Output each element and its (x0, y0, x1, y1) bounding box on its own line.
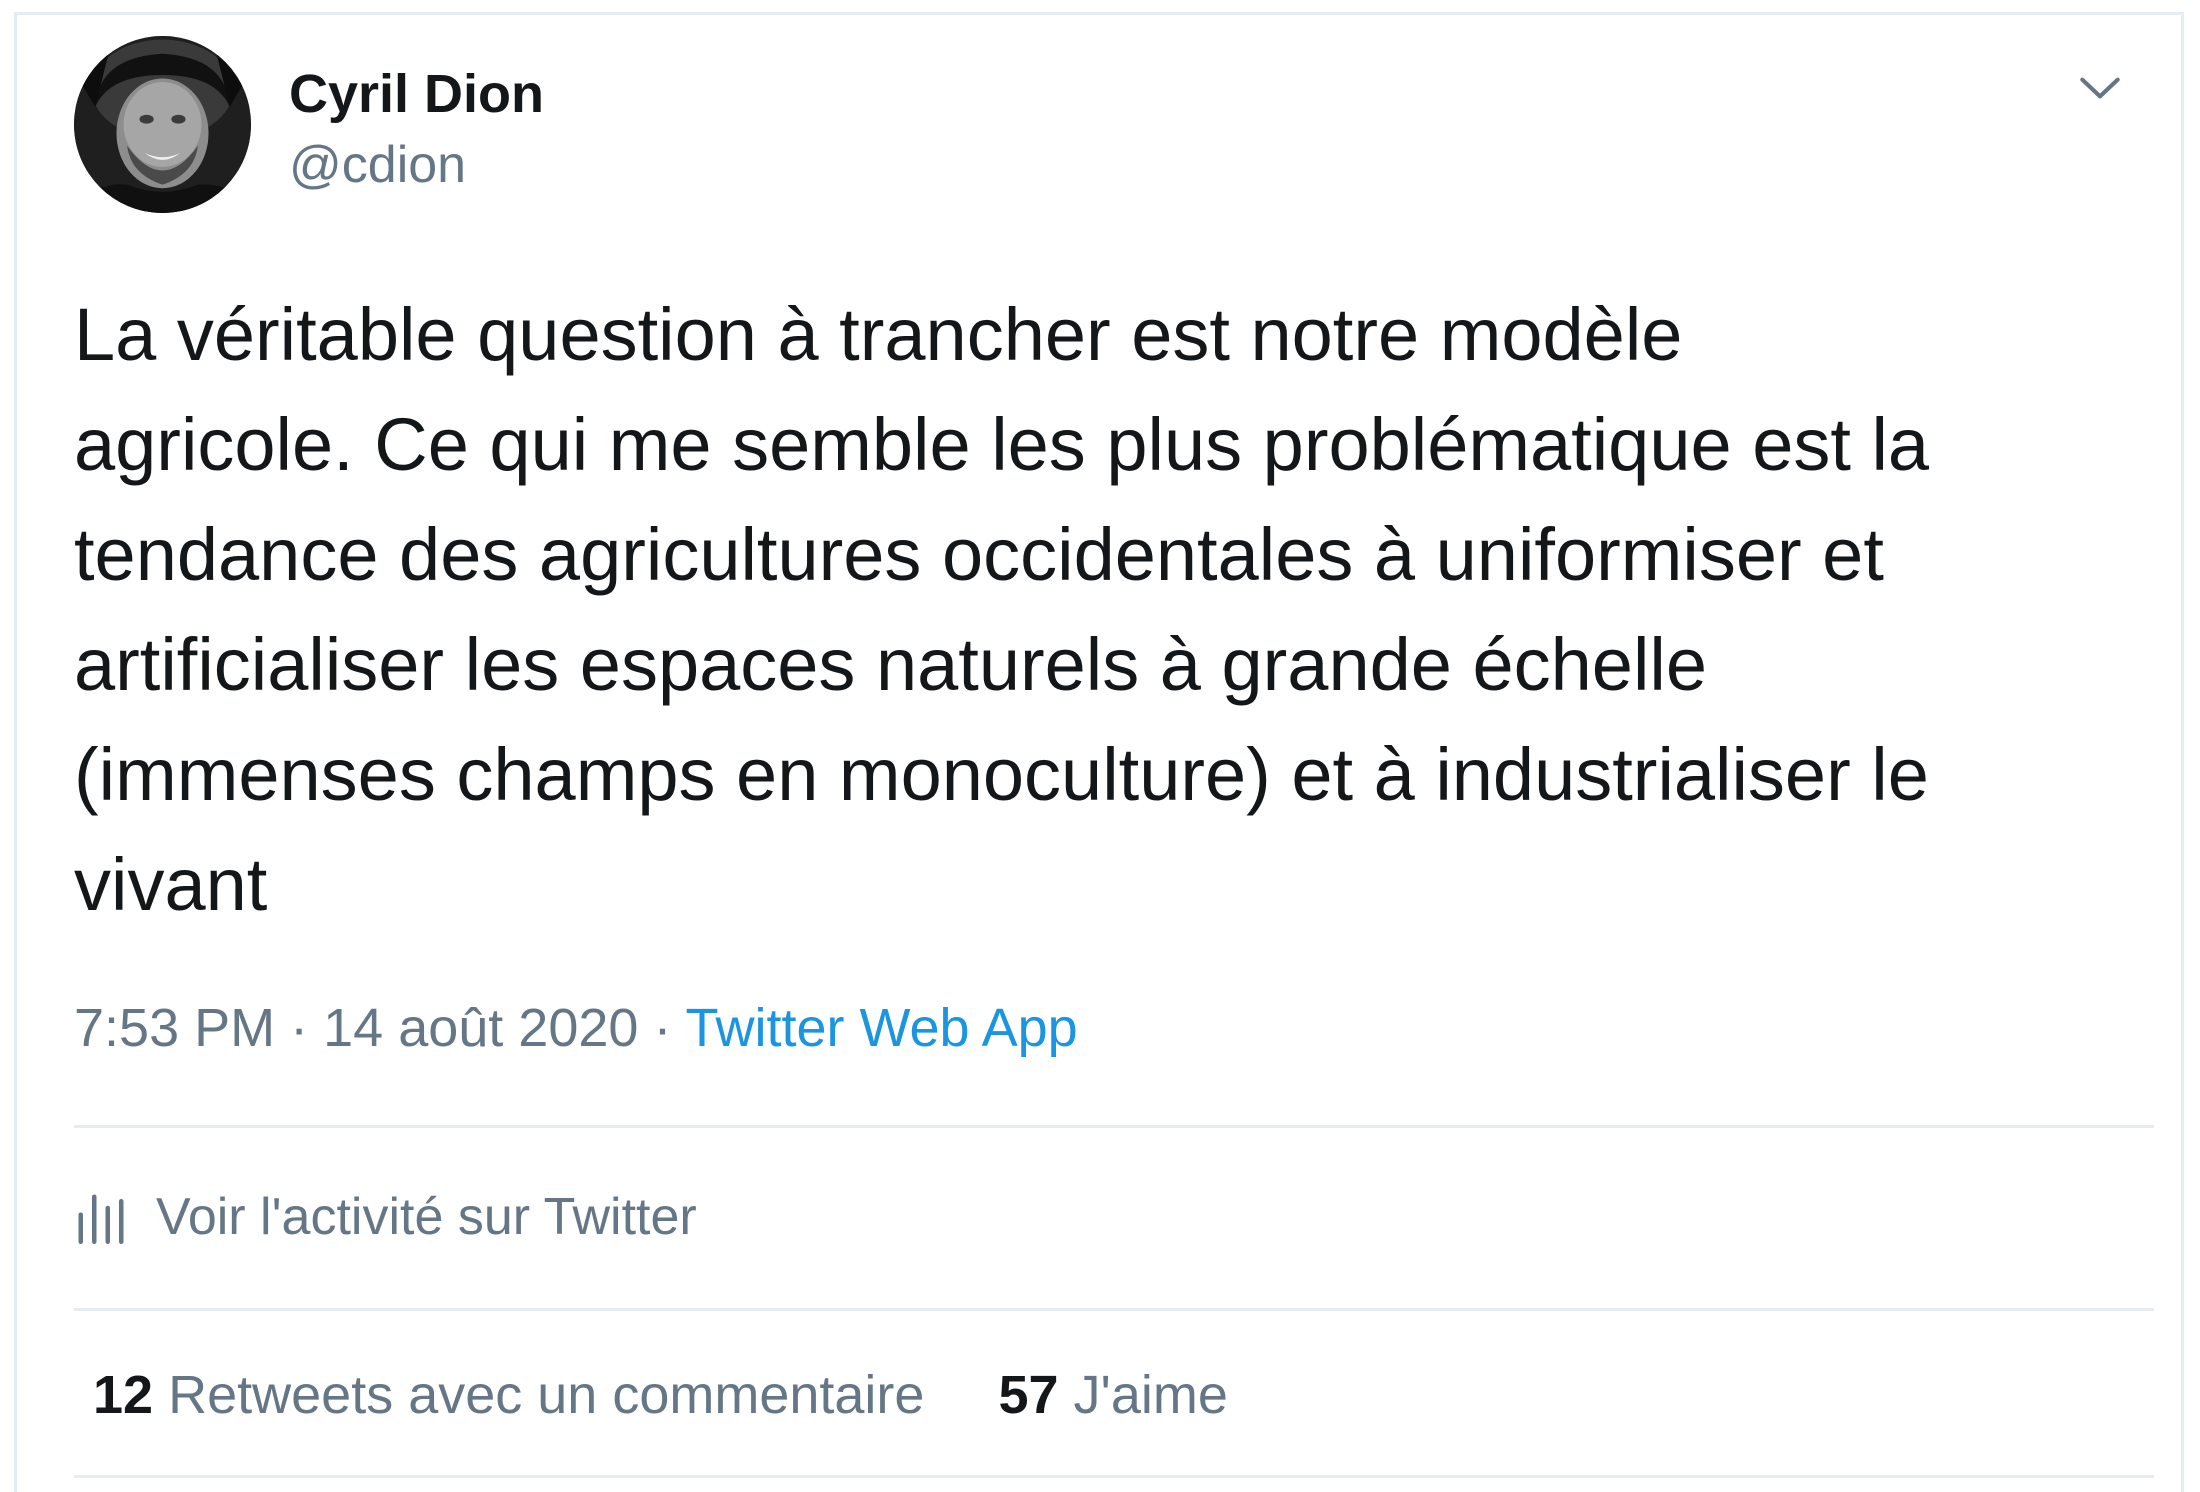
analytics-bars-icon (78, 1194, 124, 1244)
author-handle[interactable]: @cdion (289, 133, 466, 197)
tweet-text: La véritable question à trancher est not… (74, 280, 2154, 940)
avatar-photo-icon (74, 36, 251, 213)
likes-label: J'aime (1073, 1365, 1228, 1425)
tweet-time[interactable]: 7:53 PM (74, 998, 275, 1058)
quote-retweets-stat[interactable]: 12 Retweets avec un commentaire (93, 1360, 924, 1430)
view-activity-button[interactable]: Voir l'activité sur Twitter (74, 1177, 697, 1257)
divider (74, 1125, 2154, 1128)
tweet-text-line: tendance des agricultures occidentales à… (74, 513, 1884, 596)
divider (74, 1475, 2154, 1478)
likes-count: 57 (998, 1365, 1059, 1425)
tweet-meta: 7:53 PM · 14 août 2020 · Twitter Web App (74, 993, 1078, 1063)
tweet-text-line: agricole. Ce qui me semble les plus prob… (74, 403, 1930, 486)
tweet-text-line: La véritable question à trancher est not… (74, 293, 1683, 376)
tweet-source-link[interactable]: Twitter Web App (685, 998, 1077, 1058)
quote-retweets-label: Retweets avec un commentaire (168, 1365, 925, 1425)
avatar[interactable] (74, 36, 251, 213)
tweet-text-line: vivant (74, 843, 268, 926)
quote-retweets-count: 12 (93, 1365, 154, 1425)
view-activity-label: Voir l'activité sur Twitter (156, 1188, 697, 1246)
meta-separator: · (290, 998, 309, 1058)
tweet-card: Cyril Dion @cdion La véritable question … (14, 12, 2184, 1492)
tweet-text-line: artificialiser les espaces naturels à gr… (74, 623, 1707, 706)
likes-stat[interactable]: 57 J'aime (998, 1360, 1227, 1430)
tweet-stats: 12 Retweets avec un commentaire 57 J'aim… (93, 1360, 1228, 1430)
author-display-name[interactable]: Cyril Dion (289, 61, 544, 127)
meta-separator: · (653, 998, 672, 1058)
divider (74, 1308, 2154, 1311)
chevron-down-icon[interactable] (2075, 63, 2125, 113)
tweet-date[interactable]: 14 août 2020 (323, 998, 638, 1058)
tweet-text-line: (immenses champs en monoculture) et à in… (74, 733, 1929, 816)
